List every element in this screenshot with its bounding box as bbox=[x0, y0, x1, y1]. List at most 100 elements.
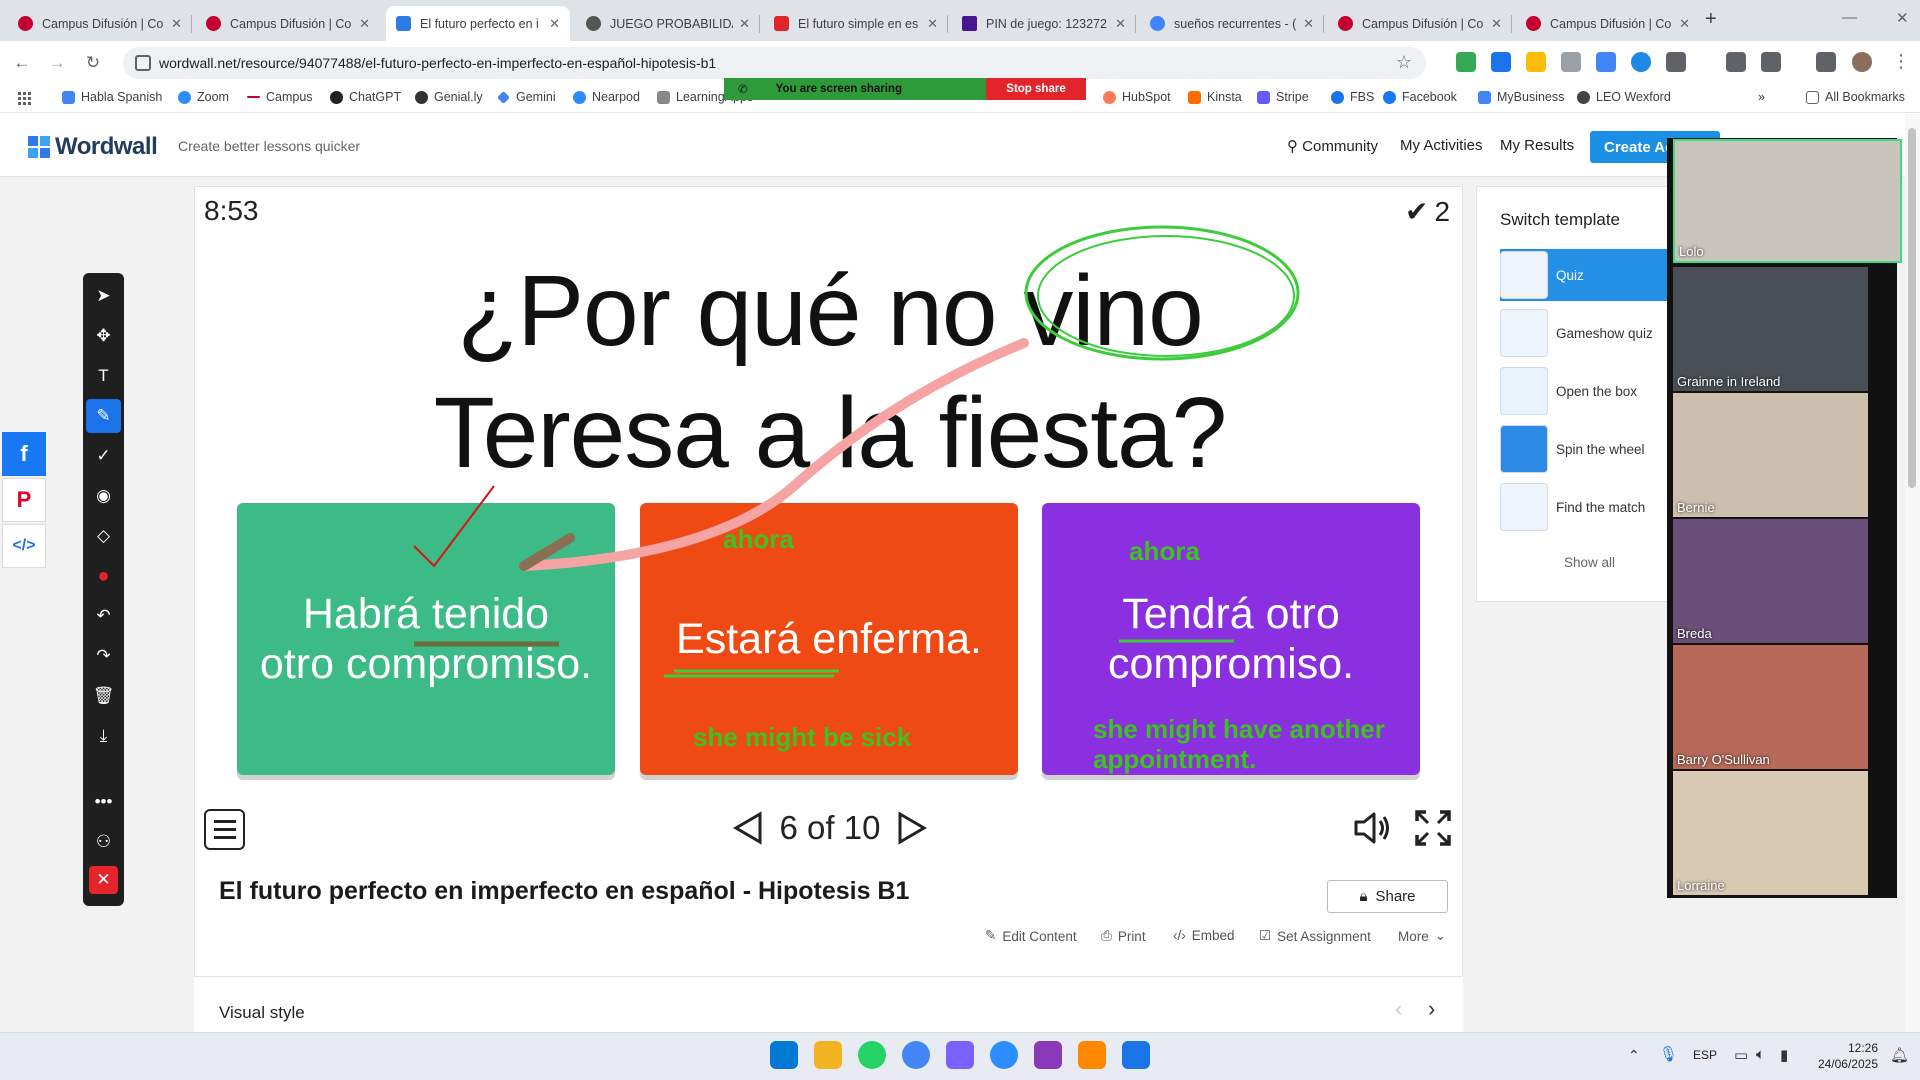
video-tile[interactable]: Lorraine bbox=[1673, 771, 1868, 895]
edit-content-link[interactable]: ✎ Edit Content bbox=[985, 928, 1077, 944]
bookmark-facebook[interactable]: Facebook bbox=[1383, 90, 1457, 104]
battery-icon[interactable]: ▮ bbox=[1780, 1046, 1788, 1064]
spotlight-icon[interactable]: ◉ bbox=[83, 479, 124, 513]
browser-tab[interactable]: Campus Difusión | Co ✕ bbox=[1516, 6, 1700, 41]
embed-link[interactable]: ‹/› Embed bbox=[1173, 928, 1235, 943]
embed-share-icon[interactable]: </> bbox=[2, 524, 46, 568]
display-icon[interactable]: ▭ bbox=[1734, 1046, 1748, 1064]
close-icon[interactable]: ✕ bbox=[1491, 16, 1502, 32]
extension-icon[interactable] bbox=[1526, 52, 1546, 72]
video-tile[interactable]: Bernie bbox=[1673, 393, 1868, 517]
chevron-right-icon[interactable]: › bbox=[1428, 996, 1435, 1022]
close-annotation-icon[interactable]: ✕ bbox=[89, 866, 118, 894]
chevron-left-icon[interactable]: ‹ bbox=[1395, 996, 1402, 1022]
nav-my-activities[interactable]: My Activities bbox=[1400, 137, 1483, 154]
extension-icon[interactable] bbox=[1491, 52, 1511, 72]
close-window-button[interactable]: ✕ bbox=[1896, 9, 1909, 27]
color-picker-icon[interactable]: ● bbox=[83, 559, 124, 593]
sound-icon[interactable] bbox=[1352, 808, 1392, 848]
template-gameshow-quiz[interactable]: Gameshow quiz bbox=[1500, 307, 1676, 359]
reload-button[interactable]: ↻ bbox=[80, 50, 106, 76]
print-link[interactable]: ⎙ Print bbox=[1101, 928, 1146, 944]
next-arrow-icon[interactable] bbox=[894, 810, 930, 846]
previous-arrow-icon[interactable] bbox=[730, 810, 766, 846]
video-tile[interactable]: Grainne in Ireland bbox=[1673, 267, 1868, 391]
tray-chevron-up-icon[interactable]: ⌃ bbox=[1628, 1047, 1640, 1064]
video-tile[interactable]: Lolo bbox=[1673, 139, 1902, 263]
more-icon[interactable]: ••• bbox=[83, 785, 124, 819]
bookmark-fbs[interactable]: FBS bbox=[1331, 90, 1374, 104]
scrollbar-thumb[interactable] bbox=[1908, 128, 1916, 488]
bookmark-gemini[interactable]: Gemini bbox=[497, 90, 556, 104]
close-icon[interactable]: ✕ bbox=[171, 16, 182, 32]
close-icon[interactable]: ✕ bbox=[927, 16, 938, 32]
address-bar[interactable]: wordwall.net/resource/94077488/el-futuro… bbox=[123, 47, 1426, 79]
nav-community[interactable]: ⚲ Community bbox=[1287, 137, 1378, 155]
template-open-the-box[interactable]: Open the box bbox=[1500, 365, 1676, 417]
media-icon[interactable] bbox=[1816, 52, 1836, 72]
share-button[interactable]: 🔒︎ Share bbox=[1327, 880, 1448, 913]
screen-sharing-status[interactable]: ✆ You are screen sharing bbox=[724, 78, 986, 100]
set-assignment-link[interactable]: ☑ Set Assignment bbox=[1259, 928, 1371, 944]
avatar[interactable] bbox=[1852, 52, 1872, 72]
browser-tab[interactable]: Campus Difusión | Co ✕ bbox=[196, 6, 380, 41]
microphone-icon[interactable]: 🎙︎ bbox=[1659, 1045, 1678, 1063]
bookmark-star-icon[interactable]: ☆ bbox=[1396, 52, 1412, 73]
search-tab-icon[interactable] bbox=[1761, 52, 1781, 72]
extension-icon[interactable] bbox=[1631, 52, 1651, 72]
undo-icon[interactable]: ↶ bbox=[83, 599, 124, 633]
download-icon[interactable]: ⤓ bbox=[83, 719, 124, 753]
bookmark-genially[interactable]: Genial.ly bbox=[415, 90, 483, 104]
extension-icon[interactable] bbox=[1561, 52, 1581, 72]
app-icon[interactable] bbox=[1122, 1041, 1150, 1069]
drive-extension-icon[interactable] bbox=[1456, 52, 1476, 72]
participant-icon[interactable]: ⚇ bbox=[83, 825, 124, 859]
close-icon[interactable]: ✕ bbox=[1303, 16, 1314, 32]
template-quiz[interactable]: Quiz bbox=[1500, 249, 1676, 301]
back-button[interactable]: ← bbox=[9, 50, 35, 76]
browser-tab[interactable]: JUEGO PROBABILIDAD✕ bbox=[576, 6, 760, 41]
close-icon[interactable]: ✕ bbox=[549, 16, 560, 32]
wordwall-logo[interactable]: Wordwall bbox=[28, 133, 158, 161]
kebab-menu-icon[interactable]: ⋮ bbox=[1892, 51, 1910, 72]
bookmark-leo-wexford[interactable]: LEO Wexford bbox=[1577, 90, 1671, 104]
video-tile[interactable]: Breda bbox=[1673, 519, 1868, 643]
bookmark-campus[interactable]: Campus bbox=[247, 90, 313, 104]
browser-tab[interactable]: El futuro simple en es ✕ bbox=[764, 6, 948, 41]
pointer-icon[interactable]: ➤ bbox=[83, 279, 124, 313]
chrome-icon[interactable] bbox=[902, 1041, 930, 1069]
new-tab-button[interactable]: + bbox=[1705, 8, 1717, 31]
bookmark-zoom[interactable]: Zoom bbox=[178, 90, 229, 104]
puzzle-icon[interactable] bbox=[1666, 52, 1686, 72]
facebook-share-icon[interactable]: f bbox=[2, 432, 46, 476]
windows-start-icon[interactable] bbox=[770, 1041, 798, 1069]
extension-icon[interactable] bbox=[1596, 52, 1616, 72]
more-dropdown[interactable]: More ⌄ bbox=[1398, 928, 1446, 944]
video-tile[interactable]: Barry O'Sullivan bbox=[1673, 645, 1868, 769]
site-info-icon[interactable] bbox=[135, 55, 151, 71]
vlc-icon[interactable] bbox=[1078, 1041, 1106, 1069]
bookmark-chatgpt[interactable]: ChatGPT bbox=[330, 90, 401, 104]
bookmark-hubspot[interactable]: HubSpot bbox=[1103, 90, 1171, 104]
bookmark-mybusiness[interactable]: MyBusiness bbox=[1478, 90, 1564, 104]
browser-tab[interactable]: Campus Difusión | Co ✕ bbox=[8, 6, 192, 41]
browser-tab-active[interactable]: El futuro perfecto en i ✕ bbox=[386, 6, 570, 41]
whatsapp-icon[interactable] bbox=[858, 1041, 886, 1069]
bookmark-stripe[interactable]: Stripe bbox=[1257, 90, 1309, 104]
clock[interactable]: 12:26 24/06/2025 bbox=[1812, 1040, 1878, 1072]
template-find-the-match[interactable]: Find the match bbox=[1500, 481, 1676, 533]
move-icon[interactable]: ✥ bbox=[83, 319, 124, 353]
nav-my-results[interactable]: My Results bbox=[1500, 137, 1574, 154]
close-icon[interactable]: ✕ bbox=[739, 16, 750, 32]
eraser-icon[interactable]: ◇ bbox=[83, 519, 124, 553]
notification-bell-icon[interactable]: 🔔︎ bbox=[1890, 1046, 1909, 1064]
pinterest-share-icon[interactable]: P bbox=[2, 478, 46, 522]
close-icon[interactable]: ✕ bbox=[359, 16, 370, 32]
close-icon[interactable]: ✕ bbox=[1679, 16, 1690, 32]
trash-icon[interactable] bbox=[1726, 52, 1746, 72]
file-explorer-icon[interactable] bbox=[814, 1041, 842, 1069]
close-icon[interactable]: ✕ bbox=[1115, 16, 1126, 32]
all-bookmarks[interactable]: All Bookmarks bbox=[1806, 90, 1905, 104]
language-indicator[interactable]: ESP bbox=[1693, 1048, 1717, 1062]
app-icon[interactable] bbox=[1034, 1041, 1062, 1069]
